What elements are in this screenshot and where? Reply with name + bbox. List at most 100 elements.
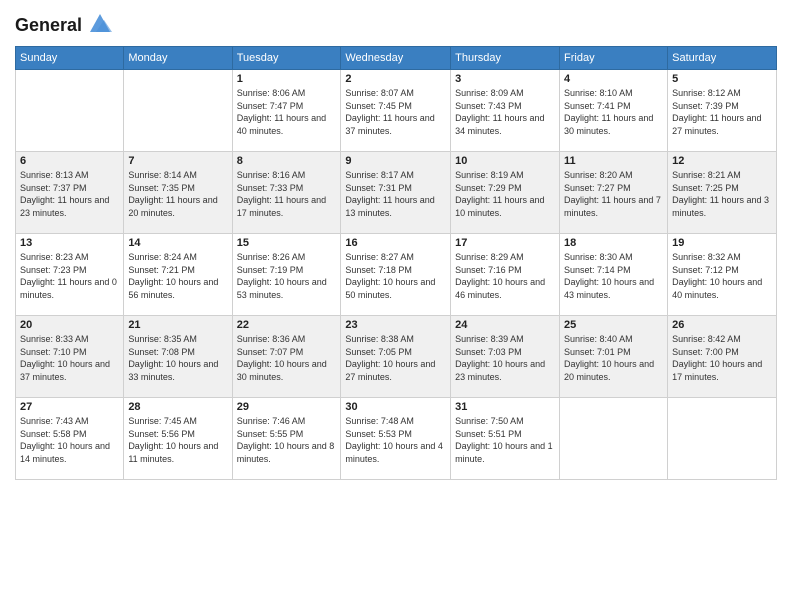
day-info: Sunrise: 8:40 AM Sunset: 7:01 PM Dayligh… <box>564 333 663 383</box>
day-number: 23 <box>345 319 446 331</box>
calendar-week-2: 6 Sunrise: 8:13 AM Sunset: 7:37 PM Daylig… <box>16 152 777 234</box>
day-number: 22 <box>237 319 337 331</box>
day-info: Sunrise: 8:19 AM Sunset: 7:29 PM Dayligh… <box>455 169 555 219</box>
day-number: 29 <box>237 401 337 413</box>
day-info: Sunrise: 8:26 AM Sunset: 7:19 PM Dayligh… <box>237 251 337 301</box>
calendar-cell: 10 Sunrise: 8:19 AM Sunset: 7:29 PM Dayli… <box>451 152 560 234</box>
day-number: 17 <box>455 237 555 249</box>
calendar-cell: 21 Sunrise: 8:35 AM Sunset: 7:08 PM Dayli… <box>124 316 232 398</box>
day-info: Sunrise: 8:30 AM Sunset: 7:14 PM Dayligh… <box>564 251 663 301</box>
day-number: 25 <box>564 319 663 331</box>
calendar-cell: 4Sunrise: 8:10 AM Sunset: 7:41 PM Daylig… <box>560 70 668 152</box>
calendar-cell: 23Sunrise: 8:38 AM Sunset: 7:05 PM Dayli… <box>341 316 451 398</box>
day-info: Sunrise: 7:50 AM Sunset: 5:51 PM Dayligh… <box>455 415 555 465</box>
calendar-table: SundayMondayTuesdayWednesdayThursdayFrid… <box>15 46 777 480</box>
day-info: Sunrise: 8:10 AM Sunset: 7:41 PM Dayligh… <box>564 87 663 137</box>
calendar-cell: 1 Sunrise: 8:06 AM Sunset: 7:47 PM Daylig… <box>232 70 341 152</box>
day-number: 14 <box>128 237 227 249</box>
day-info: Sunrise: 8:09 AM Sunset: 7:43 PM Dayligh… <box>455 87 555 137</box>
calendar-cell: 30 Sunrise: 7:48 AM Sunset: 5:53 PM Dayli… <box>341 398 451 480</box>
day-info: Sunrise: 7:45 AM Sunset: 5:56 PM Dayligh… <box>128 415 227 465</box>
calendar-week-4: 20 Sunrise: 8:33 AM Sunset: 7:10 PM Dayli… <box>16 316 777 398</box>
calendar-cell: 28 Sunrise: 7:45 AM Sunset: 5:56 PM Dayli… <box>124 398 232 480</box>
weekday-header-friday: Friday <box>560 47 668 70</box>
weekday-header-monday: Monday <box>124 47 232 70</box>
day-info: Sunrise: 8:17 AM Sunset: 7:31 PM Dayligh… <box>345 169 446 219</box>
calendar-cell <box>124 70 232 152</box>
day-info: Sunrise: 7:48 AM Sunset: 5:53 PM Dayligh… <box>345 415 446 465</box>
day-number: 2 <box>345 73 446 85</box>
day-info: Sunrise: 8:29 AM Sunset: 7:16 PM Dayligh… <box>455 251 555 301</box>
calendar-week-3: 13 Sunrise: 8:23 AM Sunset: 7:23 PM Dayli… <box>16 234 777 316</box>
calendar-cell: 17 Sunrise: 8:29 AM Sunset: 7:16 PM Dayli… <box>451 234 560 316</box>
calendar-week-1: 1 Sunrise: 8:06 AM Sunset: 7:47 PM Daylig… <box>16 70 777 152</box>
day-number: 20 <box>20 319 119 331</box>
calendar-cell: 15 Sunrise: 8:26 AM Sunset: 7:19 PM Dayli… <box>232 234 341 316</box>
calendar-cell: 13 Sunrise: 8:23 AM Sunset: 7:23 PM Dayli… <box>16 234 124 316</box>
day-number: 13 <box>20 237 119 249</box>
calendar-cell: 19Sunrise: 8:32 AM Sunset: 7:12 PM Dayli… <box>668 234 777 316</box>
day-info: Sunrise: 8:23 AM Sunset: 7:23 PM Dayligh… <box>20 251 119 301</box>
calendar-cell: 24 Sunrise: 8:39 AM Sunset: 7:03 PM Dayli… <box>451 316 560 398</box>
day-number: 18 <box>564 237 663 249</box>
day-info: Sunrise: 8:20 AM Sunset: 7:27 PM Dayligh… <box>564 169 663 219</box>
calendar-cell: 11Sunrise: 8:20 AM Sunset: 7:27 PM Dayli… <box>560 152 668 234</box>
calendar-cell <box>668 398 777 480</box>
day-info: Sunrise: 8:12 AM Sunset: 7:39 PM Dayligh… <box>672 87 772 137</box>
weekday-header-wednesday: Wednesday <box>341 47 451 70</box>
calendar-cell: 6 Sunrise: 8:13 AM Sunset: 7:37 PM Daylig… <box>16 152 124 234</box>
day-number: 26 <box>672 319 772 331</box>
calendar-cell: 22Sunrise: 8:36 AM Sunset: 7:07 PM Dayli… <box>232 316 341 398</box>
day-info: Sunrise: 8:35 AM Sunset: 7:08 PM Dayligh… <box>128 333 227 383</box>
calendar-cell <box>16 70 124 152</box>
calendar-cell: 14 Sunrise: 8:24 AM Sunset: 7:21 PM Dayli… <box>124 234 232 316</box>
day-number: 31 <box>455 401 555 413</box>
calendar-cell: 8Sunrise: 8:16 AM Sunset: 7:33 PM Daylig… <box>232 152 341 234</box>
day-info: Sunrise: 8:39 AM Sunset: 7:03 PM Dayligh… <box>455 333 555 383</box>
day-number: 24 <box>455 319 555 331</box>
weekday-header-sunday: Sunday <box>16 47 124 70</box>
day-info: Sunrise: 8:24 AM Sunset: 7:21 PM Dayligh… <box>128 251 227 301</box>
calendar-cell <box>560 398 668 480</box>
day-info: Sunrise: 7:43 AM Sunset: 5:58 PM Dayligh… <box>20 415 119 465</box>
logo-text: General <box>15 16 82 36</box>
day-info: Sunrise: 8:13 AM Sunset: 7:37 PM Dayligh… <box>20 169 119 219</box>
day-info: Sunrise: 8:33 AM Sunset: 7:10 PM Dayligh… <box>20 333 119 383</box>
calendar-cell: 3 Sunrise: 8:09 AM Sunset: 7:43 PM Daylig… <box>451 70 560 152</box>
day-info: Sunrise: 8:16 AM Sunset: 7:33 PM Dayligh… <box>237 169 337 219</box>
calendar-cell: 9Sunrise: 8:17 AM Sunset: 7:31 PM Daylig… <box>341 152 451 234</box>
day-number: 1 <box>237 73 337 85</box>
day-info: Sunrise: 8:21 AM Sunset: 7:25 PM Dayligh… <box>672 169 772 219</box>
calendar-cell: 7 Sunrise: 8:14 AM Sunset: 7:35 PM Daylig… <box>124 152 232 234</box>
calendar-cell: 20 Sunrise: 8:33 AM Sunset: 7:10 PM Dayli… <box>16 316 124 398</box>
day-info: Sunrise: 8:27 AM Sunset: 7:18 PM Dayligh… <box>345 251 446 301</box>
day-info: Sunrise: 8:14 AM Sunset: 7:35 PM Dayligh… <box>128 169 227 219</box>
day-number: 3 <box>455 73 555 85</box>
calendar-cell: 29 Sunrise: 7:46 AM Sunset: 5:55 PM Dayli… <box>232 398 341 480</box>
day-number: 27 <box>20 401 119 413</box>
weekday-header-thursday: Thursday <box>451 47 560 70</box>
day-info: Sunrise: 8:06 AM Sunset: 7:47 PM Dayligh… <box>237 87 337 137</box>
day-number: 5 <box>672 73 772 85</box>
day-number: 28 <box>128 401 227 413</box>
calendar-cell: 26Sunrise: 8:42 AM Sunset: 7:00 PM Dayli… <box>668 316 777 398</box>
day-number: 10 <box>455 155 555 167</box>
calendar-cell: 18 Sunrise: 8:30 AM Sunset: 7:14 PM Dayli… <box>560 234 668 316</box>
calendar-cell: 27 Sunrise: 7:43 AM Sunset: 5:58 PM Dayli… <box>16 398 124 480</box>
calendar-cell: 2Sunrise: 8:07 AM Sunset: 7:45 PM Daylig… <box>341 70 451 152</box>
day-number: 12 <box>672 155 772 167</box>
weekday-header-saturday: Saturday <box>668 47 777 70</box>
day-info: Sunrise: 7:46 AM Sunset: 5:55 PM Dayligh… <box>237 415 337 465</box>
weekday-header-tuesday: Tuesday <box>232 47 341 70</box>
calendar-cell: 5 Sunrise: 8:12 AM Sunset: 7:39 PM Daylig… <box>668 70 777 152</box>
logo: General <box>15 14 114 38</box>
calendar-cell: 16 Sunrise: 8:27 AM Sunset: 7:18 PM Dayli… <box>341 234 451 316</box>
day-number: 19 <box>672 237 772 249</box>
day-number: 21 <box>128 319 227 331</box>
day-number: 6 <box>20 155 119 167</box>
day-number: 15 <box>237 237 337 249</box>
day-number: 30 <box>345 401 446 413</box>
day-number: 7 <box>128 155 227 167</box>
calendar-week-5: 27 Sunrise: 7:43 AM Sunset: 5:58 PM Dayli… <box>16 398 777 480</box>
day-number: 16 <box>345 237 446 249</box>
